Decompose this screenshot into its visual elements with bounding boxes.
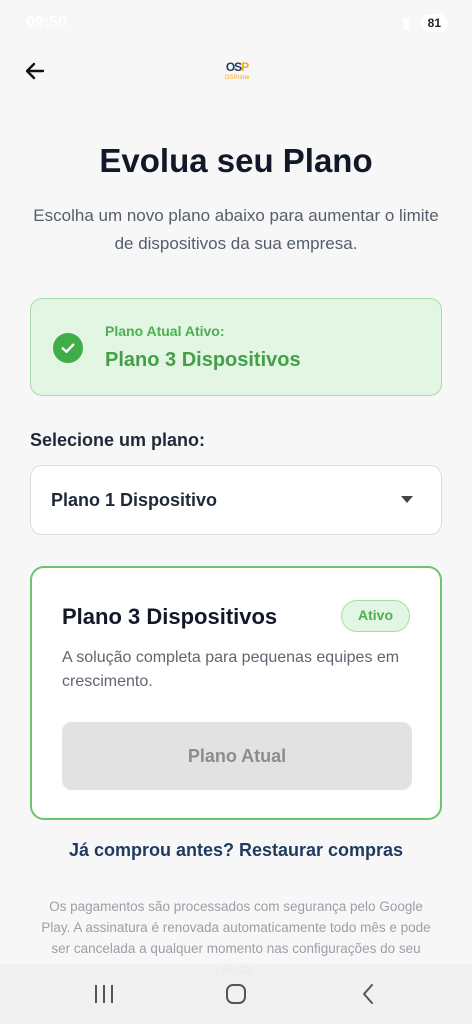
current-plan-name: Plano 3 Dispositivos [105, 349, 301, 371]
home-icon [226, 984, 246, 1004]
recents-icon [95, 985, 113, 1003]
back-chevron-icon [363, 984, 373, 1004]
page-title: Evolua seu Plano [99, 142, 373, 179]
restore-purchases-link[interactable]: Já comprou antes? Restaurar compras [0, 840, 472, 861]
status-indicators: ▮ 81 [402, 13, 448, 33]
check-mark [61, 343, 75, 353]
app-header: OSP OSPrime [0, 46, 472, 102]
battery-indicator: 81 [420, 14, 448, 32]
signal-icon: ▮ [401, 15, 411, 32]
caret-down-icon [401, 496, 413, 503]
current-plan-button[interactable]: Plano Atual [62, 722, 412, 790]
status-bar: 09:50 ▮ 81 [0, 0, 472, 46]
app-logo: OSP OSPrime [220, 60, 254, 88]
logo-mark: OSP [225, 60, 249, 74]
check-circle-icon [53, 333, 83, 363]
arrow-left-icon [25, 62, 45, 80]
plan-select-value: Plano 1 Dispositivo [51, 490, 218, 510]
status-badge: Ativo [341, 600, 410, 632]
current-plan-label: Plano Atual Ativo: [105, 323, 225, 339]
plan-card: Plano 3 Dispositivos Ativo A solução com… [30, 566, 442, 820]
back-button[interactable] [18, 54, 52, 88]
logo-mark-accent: P [241, 60, 249, 74]
plan-card-name: Plano 3 Dispositivos [62, 604, 278, 629]
system-nav-bar [0, 964, 472, 1024]
status-time: 09:50 [26, 14, 67, 31]
nav-back-button[interactable] [348, 978, 388, 1010]
logo-text: OSPrime [224, 75, 250, 81]
plan-card-description: A solução completa para pequenas equipes… [62, 649, 400, 690]
page-subtitle: Escolha um novo plano abaixo para aument… [33, 206, 439, 253]
home-button[interactable] [216, 978, 256, 1010]
plan-select-dropdown[interactable]: Plano 1 Dispositivo [30, 465, 442, 535]
logo-mark-text: OS [225, 60, 242, 74]
current-plan-banner: Plano Atual Ativo: Plano 3 Dispositivos [30, 298, 442, 396]
recents-button[interactable] [84, 978, 124, 1010]
plan-select-label: Selecione um plano: [30, 430, 206, 450]
